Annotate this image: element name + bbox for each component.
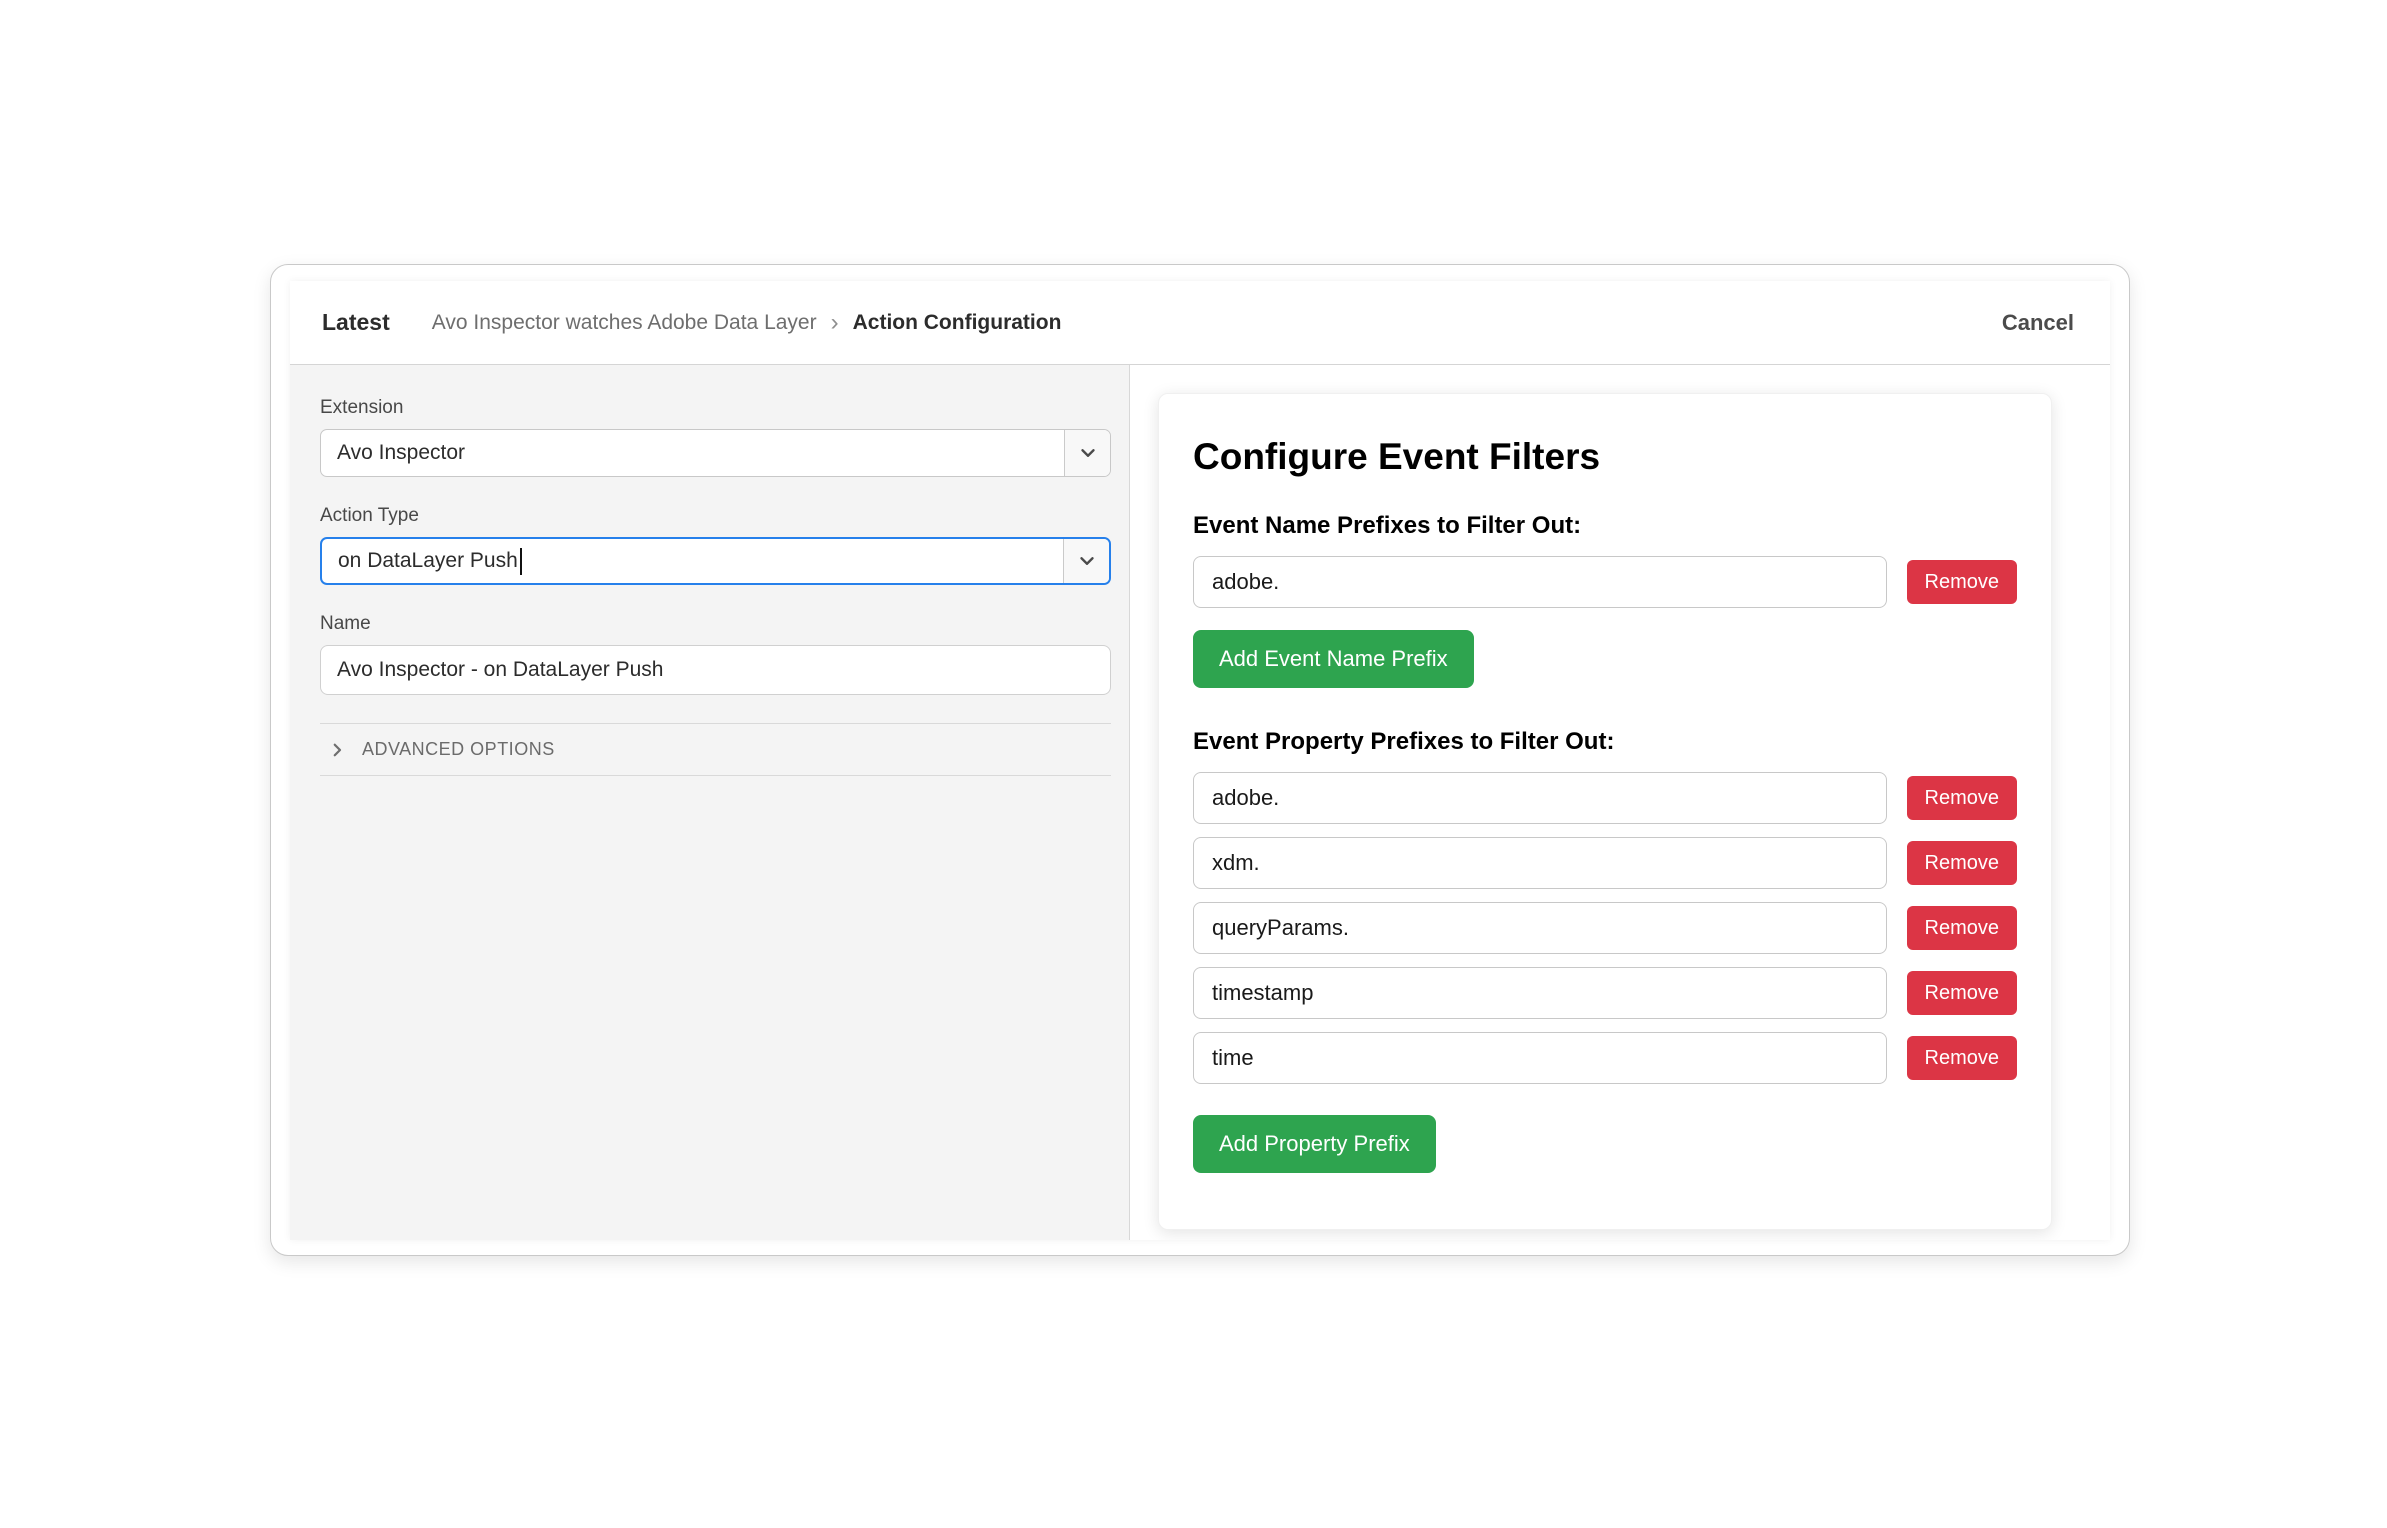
extension-label: Extension: [320, 397, 404, 418]
property-prefix-input[interactable]: [1193, 772, 1887, 824]
environment-label: Latest: [322, 309, 390, 335]
divider: [320, 775, 1111, 776]
event-name-prefix-input[interactable]: [1193, 556, 1887, 608]
event-filters-card: Configure Event Filters Event Name Prefi…: [1158, 393, 2052, 1230]
page-background: Latest Avo Inspector watches Adobe Data …: [0, 0, 2387, 1528]
action-type-label: Action Type: [320, 505, 419, 526]
property-prefix-row: Remove: [1193, 902, 2017, 954]
name-label: Name: [320, 613, 371, 634]
name-input[interactable]: [320, 645, 1111, 695]
breadcrumb-current-page: Action Configuration: [852, 310, 1062, 334]
breadcrumb: Latest Avo Inspector watches Adobe Data …: [322, 309, 1061, 336]
chevron-down-icon[interactable]: [1063, 539, 1109, 583]
card-title: Configure Event Filters: [1193, 436, 1601, 477]
event-name-section-label: Event Name Prefixes to Filter Out:: [1193, 512, 1582, 539]
advanced-options-label: ADVANCED OPTIONS: [362, 739, 555, 759]
remove-property-prefix-button[interactable]: Remove: [1906, 776, 2017, 820]
action-type-select-value: on DataLayer Push: [322, 539, 1063, 583]
remove-event-name-prefix-button[interactable]: Remove: [1906, 560, 2017, 604]
remove-property-prefix-button[interactable]: Remove: [1906, 971, 2017, 1015]
property-prefix-input[interactable]: [1193, 967, 1887, 1019]
chevron-down-icon[interactable]: [1064, 430, 1110, 476]
config-sidebar: Extension Avo Inspector Action Type on D…: [290, 365, 1130, 1240]
property-prefix-row: Remove: [1193, 1032, 2017, 1084]
chevron-right-icon: [333, 743, 342, 756]
modal-content: Latest Avo Inspector watches Adobe Data …: [290, 281, 2110, 1240]
modal-body: Extension Avo Inspector Action Type on D…: [290, 365, 2110, 1240]
extension-select[interactable]: Avo Inspector: [320, 429, 1111, 477]
name-field: Name: [320, 613, 1111, 695]
property-prefix-input[interactable]: [1193, 902, 1887, 954]
property-prefix-row: Remove: [1193, 967, 2017, 1019]
event-property-section-label: Event Property Prefixes to Filter Out:: [1193, 728, 1615, 755]
breadcrumb-rule-name: Avo Inspector watches Adobe Data Layer: [431, 310, 817, 334]
add-event-name-prefix-button[interactable]: Add Event Name Prefix: [1193, 630, 1474, 688]
action-type-field: Action Type on DataLayer Push: [320, 505, 1111, 585]
remove-property-prefix-button[interactable]: Remove: [1906, 841, 2017, 885]
action-config-modal: Latest Avo Inspector watches Adobe Data …: [270, 264, 2130, 1256]
extension-select-value: Avo Inspector: [337, 441, 466, 464]
text-cursor: [519, 547, 522, 575]
property-prefix-row: Remove: [1193, 772, 2017, 824]
property-prefix-input[interactable]: [1193, 837, 1887, 889]
add-property-prefix-button[interactable]: Add Property Prefix: [1193, 1115, 1436, 1173]
event-name-prefix-row: Remove: [1193, 556, 2017, 608]
extension-field: Extension Avo Inspector: [320, 397, 1111, 477]
remove-property-prefix-button[interactable]: Remove: [1906, 906, 2017, 950]
cancel-button[interactable]: Cancel: [1998, 302, 2078, 344]
advanced-options-toggle[interactable]: ADVANCED OPTIONS: [320, 724, 1111, 775]
modal-header: Latest Avo Inspector watches Adobe Data …: [290, 281, 2110, 365]
property-prefix-row: Remove: [1193, 837, 2017, 889]
action-type-select[interactable]: on DataLayer Push: [320, 537, 1111, 585]
property-prefix-input[interactable]: [1193, 1032, 1887, 1084]
remove-property-prefix-button[interactable]: Remove: [1906, 1036, 2017, 1080]
breadcrumb-separator-icon: ›: [830, 308, 839, 336]
filters-panel: Configure Event Filters Event Name Prefi…: [1130, 365, 2110, 1240]
